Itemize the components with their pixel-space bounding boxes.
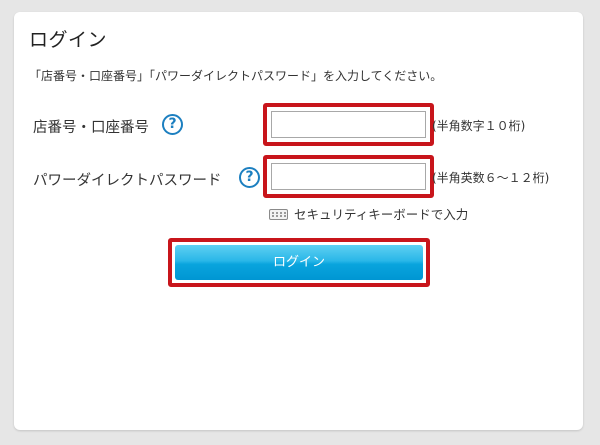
account-number-label: 店番号・口座番号	[33, 120, 149, 136]
password-label: パワーダイレクトパスワード	[33, 173, 222, 189]
password-input[interactable]	[271, 163, 426, 190]
login-button[interactable]: ログイン	[175, 245, 423, 280]
password-highlight	[263, 155, 434, 198]
keyboard-icon[interactable]	[269, 209, 288, 220]
instruction-text: 「店番号・口座番号」「パワーダイレクトパスワード」を入力してください。	[29, 69, 443, 83]
account-number-input[interactable]	[271, 111, 426, 138]
account-help-icon[interactable]: ?	[162, 114, 183, 135]
account-number-hint: (半角数字１０桁)	[432, 119, 526, 133]
login-card: ログイン 「店番号・口座番号」「パワーダイレクトパスワード」を入力してください。…	[14, 12, 583, 430]
account-number-highlight	[263, 103, 434, 146]
page-title: ログイン	[29, 29, 108, 51]
security-keyboard-link[interactable]: セキュリティキーボードで入力	[294, 204, 468, 223]
login-button-highlight: ログイン	[168, 238, 430, 287]
password-help-icon[interactable]: ?	[239, 167, 260, 188]
password-hint: (半角英数６～１２桁)	[432, 171, 550, 185]
